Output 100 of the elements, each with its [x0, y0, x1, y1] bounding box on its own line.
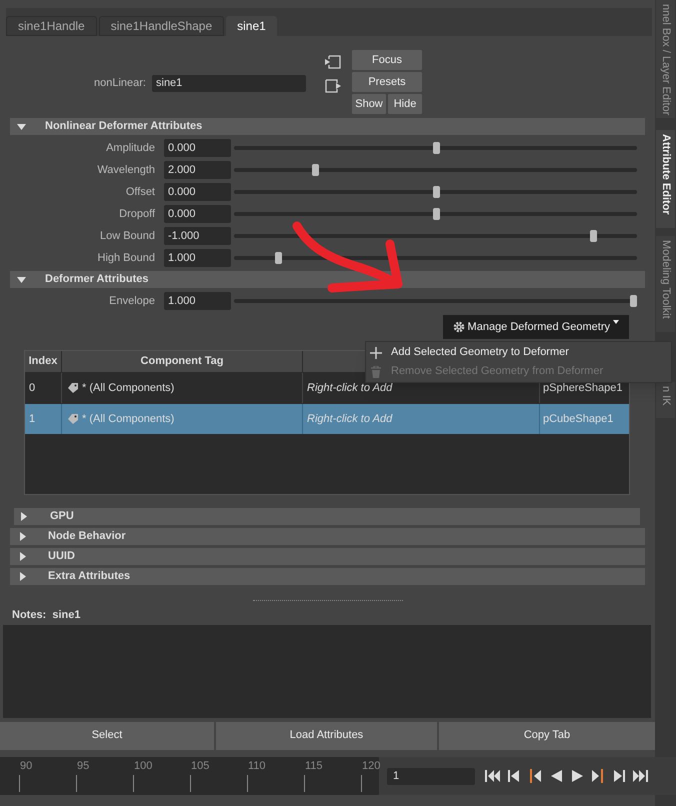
value-field[interactable]: 0.000 — [164, 183, 231, 201]
current-frame-field[interactable]: 1 — [387, 768, 475, 784]
table-row[interactable]: 1 * (All Components) Right-click to Add pCubeShape1 — [25, 404, 629, 434]
presets-button[interactable]: Presets — [352, 72, 422, 92]
attribute-label: Low Bound — [98, 228, 156, 244]
slider-track[interactable] — [234, 186, 637, 198]
slider-thumb[interactable] — [432, 142, 440, 154]
output-connection-icon[interactable] — [324, 78, 342, 94]
step-back-icon[interactable] — [506, 768, 522, 784]
notes-label: Notes: sine1 — [12, 608, 82, 623]
table-cell: Right-click to Add — [303, 404, 540, 434]
tag-icon — [68, 383, 78, 393]
slider-thumb[interactable] — [590, 230, 597, 242]
trash-icon — [370, 366, 382, 378]
column-header[interactable]: Component Tag — [62, 351, 303, 372]
value-field[interactable]: 0.000 — [164, 205, 231, 223]
value-field[interactable]: 1.000 — [164, 292, 231, 310]
collapse-triangle-icon[interactable] — [20, 552, 26, 561]
manage-geometry-button[interactable]: Manage Deformed Geometry — [442, 315, 629, 339]
side-tab[interactable]: Attribute Editor — [656, 130, 675, 228]
collapse-triangle-icon[interactable] — [20, 572, 26, 581]
slider-thumb[interactable] — [312, 164, 319, 176]
tag-icon — [68, 414, 78, 424]
notes-field[interactable] — [3, 624, 651, 718]
table-cell-text: * (All Components) — [82, 412, 174, 427]
step-forward-icon[interactable] — [611, 768, 627, 784]
section-title: Extra Attributes — [48, 569, 130, 584]
section-title: Node Behavior — [48, 529, 126, 544]
table-cell: 0 — [25, 373, 62, 403]
bottom-button[interactable]: Copy Tab — [439, 722, 655, 750]
attribute-label: Dropoff — [118, 206, 156, 222]
step-forward-key-icon[interactable] — [590, 768, 606, 784]
slider-thumb[interactable] — [432, 208, 440, 220]
bottom-button[interactable]: Select — [0, 722, 214, 750]
value-field[interactable]: 1.000 — [164, 249, 231, 267]
table-cell-text: pSphereShape1 — [542, 380, 624, 396]
go-to-start-icon[interactable] — [485, 768, 501, 784]
time-ruler[interactable]: 90 95 100 105 110 115 120 — [0, 757, 379, 795]
node-name-field[interactable]: sine1 — [152, 74, 306, 92]
section-header[interactable]: GPU — [14, 508, 640, 525]
section-header[interactable]: Node Behavior — [10, 528, 645, 545]
slider-track[interactable] — [234, 252, 637, 264]
slider-track[interactable] — [234, 164, 637, 176]
bottom-button[interactable]: Load Attributes — [216, 722, 437, 750]
table-cell: 1 — [25, 404, 62, 434]
expand-triangle-icon[interactable] — [16, 276, 26, 282]
section-header[interactable]: Deformer Attributes — [10, 271, 645, 288]
side-tab[interactable]: Modeling Toolkit — [656, 236, 675, 332]
table-cell-text: * (All Components) — [82, 380, 174, 396]
input-connection-icon[interactable] — [324, 54, 342, 70]
section-title: GPU — [50, 509, 74, 524]
section-title: UUID — [48, 549, 75, 564]
attribute-label: Amplitude — [105, 140, 156, 156]
tick-label: 90 — [20, 759, 32, 774]
slider-thumb[interactable] — [275, 252, 282, 264]
expand-triangle-icon[interactable] — [16, 124, 26, 130]
section-header[interactable]: Nonlinear Deformer Attributes — [10, 118, 645, 135]
gear-icon — [452, 321, 465, 333]
tick-label: 100 — [134, 759, 152, 774]
menu-item[interactable]: Add Selected Geometry to Deformer — [366, 343, 671, 362]
step-back-key-icon[interactable] — [527, 768, 543, 784]
collapse-triangle-icon[interactable] — [21, 512, 27, 521]
tick-label: 115 — [305, 759, 323, 774]
value-field[interactable]: 0.000 — [164, 139, 231, 157]
section-title: Nonlinear Deformer Attributes — [45, 119, 202, 134]
section-title: Deformer Attributes — [45, 272, 148, 288]
slider-track[interactable] — [234, 295, 637, 307]
show-button[interactable]: Show — [352, 94, 386, 114]
tick-label: 120 — [362, 759, 380, 774]
side-tab[interactable]: nnel Box / Layer Editor — [656, 0, 675, 118]
caret-icon — [613, 320, 619, 324]
value-field[interactable]: 2.000 — [164, 161, 231, 179]
focus-button[interactable]: Focus — [352, 50, 422, 70]
slider-track[interactable] — [234, 208, 637, 220]
slider-track[interactable] — [234, 230, 637, 242]
section-header[interactable]: Extra Attributes — [10, 568, 645, 585]
column-header[interactable]: Index — [25, 351, 62, 372]
tab[interactable]: sine1Handle — [6, 16, 97, 36]
collapse-triangle-icon[interactable] — [20, 532, 26, 541]
attribute-label: Envelope — [108, 294, 156, 309]
table-cell-text: pCubeShape1 — [542, 412, 614, 427]
section-header[interactable]: UUID — [10, 548, 645, 565]
tick-label: 105 — [191, 759, 210, 774]
tab[interactable]: sine1HandleShape — [98, 16, 224, 36]
tick-label: 95 — [77, 759, 90, 774]
slider-thumb[interactable] — [432, 186, 440, 198]
side-tab[interactable]: n IK — [656, 382, 675, 418]
attribute-label: Offset — [124, 184, 156, 200]
slider-thumb[interactable] — [630, 295, 637, 307]
play-icon[interactable] — [569, 768, 585, 784]
tick-label: 110 — [248, 759, 266, 774]
slider-track[interactable] — [234, 142, 637, 154]
go-to-end-icon[interactable] — [632, 768, 648, 784]
hide-button[interactable]: Hide — [388, 94, 422, 114]
field-label: nonLinear: — [94, 76, 146, 91]
attribute-label: Wavelength — [96, 162, 156, 178]
plus-icon — [370, 346, 382, 358]
value-field[interactable]: -1.000 — [164, 227, 231, 245]
tab[interactable]: sine1 — [226, 16, 277, 36]
attribute-label: High Bound — [96, 250, 156, 266]
